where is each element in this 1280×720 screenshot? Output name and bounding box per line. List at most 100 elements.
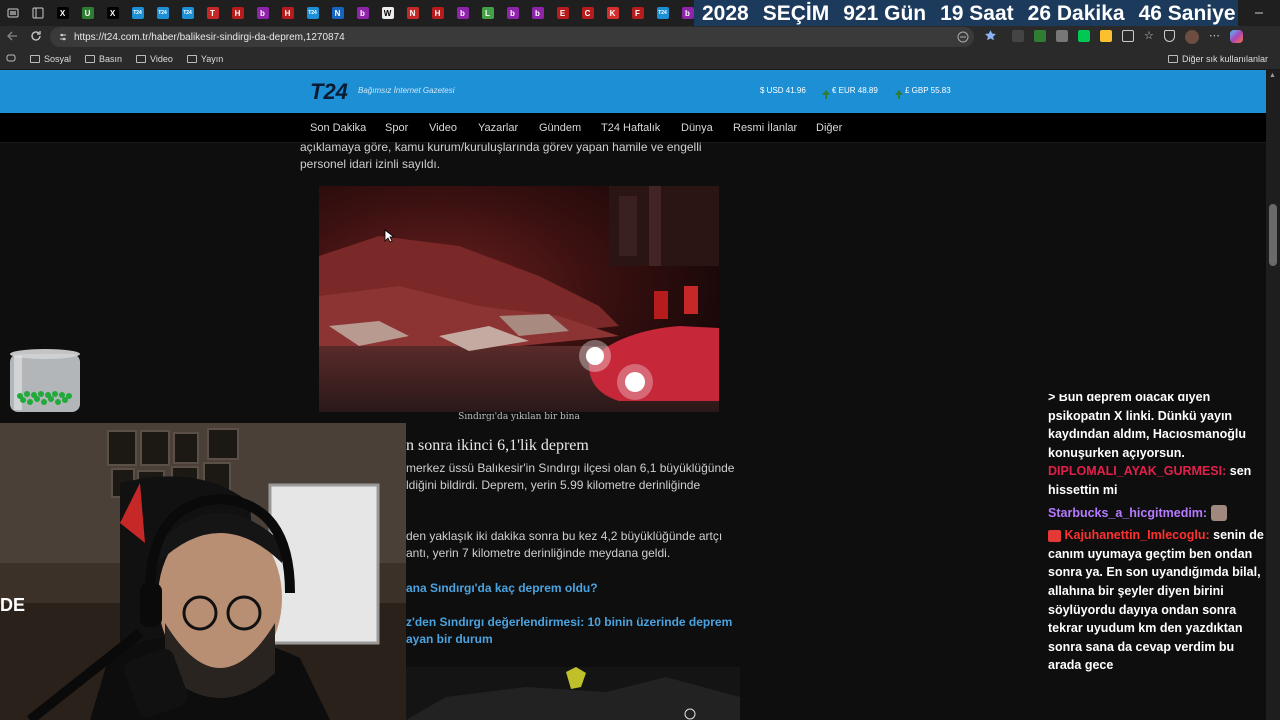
browser-tab[interactable]: L: [475, 3, 500, 23]
extension-icon[interactable]: [1100, 30, 1112, 42]
related-article-link[interactable]: ana Sındırgı'da kaç deprem oldu?: [406, 580, 598, 597]
chat-message: > Bun deprem olacak diyen psikopatın X l…: [1048, 394, 1246, 460]
browser-essentials-icon[interactable]: [1163, 30, 1175, 42]
bookmark-folder-sosyal[interactable]: Sosyal: [30, 54, 71, 64]
nav-resmi-ilanlar[interactable]: Resmi İlanlar: [733, 122, 797, 134]
copilot-icon[interactable]: [1229, 30, 1243, 43]
marble-jar-widget: [8, 348, 82, 418]
reload-icon[interactable]: [29, 29, 43, 48]
scroll-up-icon[interactable]: ▲: [1269, 72, 1276, 79]
url-text: https://t24.com.tr/haber/balikesir-sindi…: [74, 31, 345, 43]
browser-tab[interactable]: N: [325, 3, 350, 23]
url-field[interactable]: https://t24.com.tr/haber/balikesir-sindi…: [50, 27, 974, 47]
b-icon: b: [681, 7, 694, 19]
browser-tab[interactable]: T24: [650, 3, 675, 23]
favorite-star-icon[interactable]: [984, 29, 997, 47]
chat-message: DIPLOMALI_AYAK_GURMESI: sen hissettin mi: [1048, 462, 1268, 499]
b-icon: b: [356, 7, 369, 19]
browser-tab[interactable]: T24: [175, 3, 200, 23]
nav-son-dakika[interactable]: Son Dakika: [310, 122, 366, 134]
article-photo[interactable]: [406, 667, 740, 720]
browser-tab[interactable]: b: [350, 3, 375, 23]
browser-tab[interactable]: H: [275, 3, 300, 23]
folder-icon: [30, 54, 40, 63]
browser-tab[interactable]: H: [225, 3, 250, 23]
t24-icon: T24: [131, 7, 144, 19]
rate-up-arrow-icon: [895, 86, 903, 104]
extensions-puzzle-icon[interactable]: [1122, 30, 1134, 42]
chat-username[interactable]: Starbucks_a_hicgitmedim:: [1048, 506, 1207, 520]
browser-tab[interactable]: X: [100, 3, 125, 23]
b-icon: b: [256, 7, 269, 19]
news-icon: E: [556, 7, 569, 19]
minimize-button[interactable]: [1238, 0, 1280, 26]
extension-icon[interactable]: [1034, 30, 1046, 42]
browser-tab[interactable]: F: [625, 3, 650, 23]
b-icon: b: [456, 7, 469, 19]
browser-tab[interactable]: T24: [150, 3, 175, 23]
bookmark-folder-yayin[interactable]: Yayın: [186, 54, 223, 64]
browser-tab[interactable]: T: [200, 3, 225, 23]
browser-tab[interactable]: U: [75, 3, 100, 23]
leaf-icon: L: [481, 7, 494, 19]
doc-icon: W: [381, 7, 394, 19]
browser-tab[interactable]: b: [500, 3, 525, 23]
news-icon: N: [331, 7, 344, 19]
browser-tab[interactable]: T24: [125, 3, 150, 23]
nav-dunya[interactable]: Dünya: [681, 122, 713, 134]
browser-tab[interactable]: b: [250, 3, 275, 23]
browser-tab[interactable]: E: [550, 3, 575, 23]
site-info-icon[interactable]: [58, 32, 68, 45]
scrollbar-thumb[interactable]: [1269, 204, 1277, 266]
site-logo[interactable]: T24: [310, 79, 348, 105]
extension-icon[interactable]: [1012, 30, 1024, 42]
other-favorites-folder[interactable]: Diğer sık kullanılanlar: [1167, 54, 1268, 64]
nav-spor[interactable]: Spor: [385, 122, 408, 134]
favorites-icon[interactable]: ☆: [1144, 30, 1154, 44]
vertical-tabs-icon[interactable]: [25, 3, 50, 23]
gbp-rate: £ GBP 55.83: [905, 86, 951, 95]
bookmark-folder-video[interactable]: Video: [136, 54, 173, 64]
reader-mode-icon[interactable]: [957, 30, 969, 48]
nav-diger[interactable]: Diğer: [816, 122, 842, 134]
browser-tab[interactable]: W: [375, 3, 400, 23]
mouse-cursor-icon: [384, 229, 396, 248]
election-countdown-banner: 2028 SEÇİM 921 Gün 19 Saat 26 Dakika 46 …: [694, 0, 1238, 28]
nav-video[interactable]: Video: [429, 122, 457, 134]
folder-icon: [186, 54, 197, 63]
profile-avatar[interactable]: [1184, 30, 1199, 44]
chat-username[interactable]: DIPLOMALI_AYAK_GURMESI:: [1048, 464, 1226, 478]
nav-yazarlar[interactable]: Yazarlar: [478, 122, 518, 134]
browser-tab[interactable]: N: [400, 3, 425, 23]
browser-tab[interactable]: T24: [300, 3, 325, 23]
eur-rate: € EUR 48.89: [832, 86, 878, 95]
browser-tab[interactable]: b: [450, 3, 475, 23]
streamer-webcam: DE: [0, 423, 406, 720]
related-article-link[interactable]: z'den Sındırgı değerlendirmesi: 10 binin…: [406, 614, 732, 648]
extension-icon[interactable]: [1078, 30, 1090, 42]
reading-list-icon[interactable]: [6, 53, 16, 65]
tab-actions-icon[interactable]: [0, 3, 25, 23]
usd-rate: $ USD 41.96: [760, 86, 806, 95]
t24-icon: T24: [181, 7, 194, 19]
back-arrow-icon[interactable]: [6, 29, 20, 48]
chat-username[interactable]: Kajuhanettin_Imlecoglu:: [1064, 528, 1209, 542]
bookmark-folder-basin[interactable]: Basın: [85, 54, 122, 64]
article-subheading: n sonra ikinci 6,1'lik deprem: [406, 437, 589, 454]
t24-icon: T24: [156, 7, 169, 19]
article-photo[interactable]: [319, 186, 719, 412]
extension-icon[interactable]: [1056, 30, 1068, 42]
countdown-days: 921 Gün: [843, 2, 927, 25]
browser-tab[interactable]: b: [525, 3, 550, 23]
countdown-seconds: 46 Saniye: [1138, 2, 1236, 25]
more-menu-icon[interactable]: ⋯: [1209, 30, 1220, 44]
t24-icon: T24: [656, 7, 669, 19]
news-icon: F: [631, 7, 644, 19]
nav-gundem[interactable]: Gündem: [539, 122, 581, 134]
browser-tab[interactable]: X: [50, 3, 75, 23]
page-scrollbar[interactable]: ▲: [1266, 70, 1280, 720]
browser-tab[interactable]: K: [600, 3, 625, 23]
browser-tab[interactable]: H: [425, 3, 450, 23]
browser-tab[interactable]: C: [575, 3, 600, 23]
nav-t24-haftalik[interactable]: T24 Haftalık: [601, 122, 660, 134]
